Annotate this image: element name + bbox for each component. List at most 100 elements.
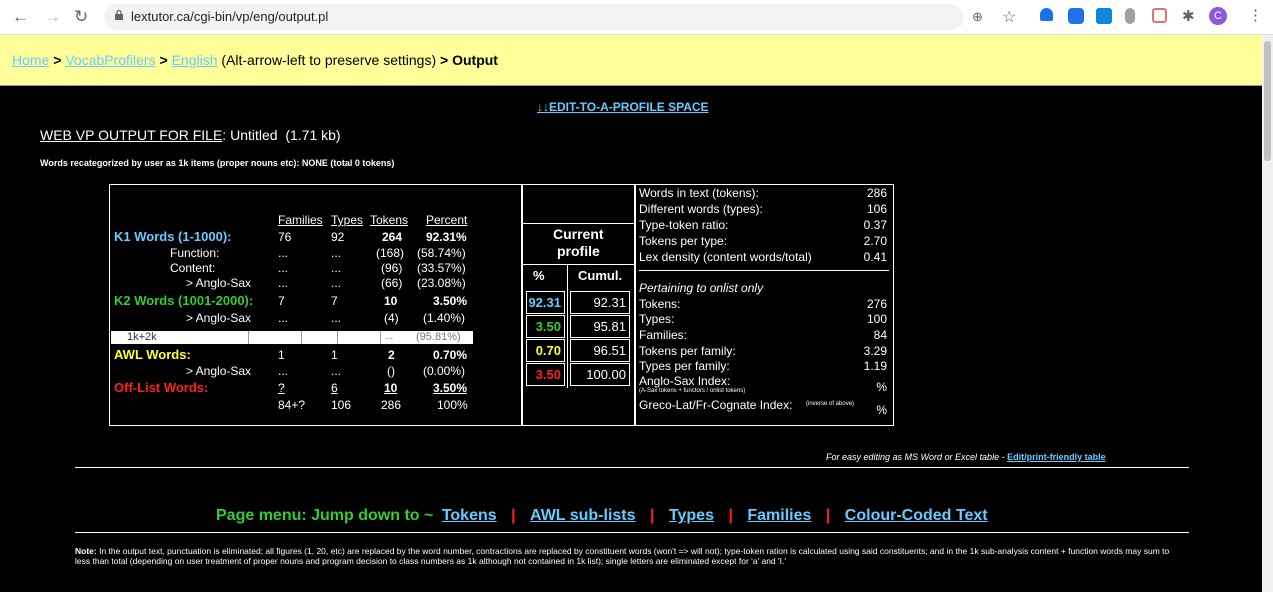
anglosax-families: ... <box>278 311 289 325</box>
breadcrumb-sep: > <box>53 52 62 68</box>
bookmark-star-icon[interactable]: ☆ <box>1002 7 1018 26</box>
anglosax-label: > Anglo-Sax <box>186 276 252 290</box>
k2-types: 7 <box>331 294 338 308</box>
anglosax-percent: (23.08%) <box>417 276 466 290</box>
k1-tokens: 264 <box>382 230 403 244</box>
offlist-families: ? <box>278 381 285 395</box>
profile-pct-value: 0.70 <box>535 343 561 358</box>
address-bar[interactable]: lextutor.ca/cgi-bin/vp/eng/output.pl <box>104 4 964 30</box>
jump-awl-link[interactable]: AWL sub-lists <box>530 507 636 524</box>
k1-label: K1 Words (1-1000): <box>114 229 232 244</box>
k2-families: 7 <box>278 294 285 308</box>
breadcrumb-english-link[interactable]: English <box>172 52 218 68</box>
breadcrumb-hint: (Alt-arrow-left to preserve settings) <box>221 52 437 68</box>
profile-cumul-value: 92.31 <box>593 295 626 310</box>
function-families: ... <box>278 246 289 260</box>
greco-index-label: Greco-Lat/Fr-Cognate Index: <box>639 398 793 412</box>
zoom-icon[interactable]: ⊕ <box>972 9 988 25</box>
onlist-heading: Pertaining to onlist only <box>639 281 764 295</box>
edit-profile-space-link[interactable]: ↓↓EDIT-TO-A-PROFILE SPACE <box>537 100 709 114</box>
awl-percent: 0.70% <box>433 348 468 362</box>
anglosax-tokens: () <box>387 364 395 378</box>
stat-tpt-value: 2.70 <box>863 234 887 248</box>
edit-print-text: For easy editing as MS Word or Excel tab… <box>826 452 1005 462</box>
col-header-tokens: Tokens <box>370 213 409 227</box>
profile-pct-cell: 0.70 <box>526 339 565 362</box>
anglosax-tokens: (66) <box>381 276 403 290</box>
menu-separator: | <box>649 507 655 524</box>
anglosax-label: > Anglo-Sax <box>186 311 252 325</box>
breadcrumb-vocabprofilers-link[interactable]: VocabProfilers <box>65 52 155 68</box>
function-percent: (58.74%) <box>417 246 466 260</box>
puzzle-icon[interactable]: ✱ <box>1182 7 1198 25</box>
page-scrollbar[interactable] <box>1262 35 1273 592</box>
browser-toolbar: ← → ↻ lextutor.ca/cgi-bin/vp/eng/output.… <box>0 0 1273 35</box>
content-families: ... <box>278 261 289 275</box>
total-types: 106 <box>331 398 352 412</box>
k2-percent: 3.50% <box>433 294 468 308</box>
jump-families-link[interactable]: Families <box>747 507 811 524</box>
profile-pct-cell: 3.50 <box>526 363 565 386</box>
profile-cumul-cell: 95.81 <box>570 315 630 338</box>
extension-shield-icon[interactable] <box>1125 8 1135 24</box>
profile-cumul-value: 96.51 <box>593 343 626 358</box>
stat-ttr-label: Type-token ratio: <box>639 218 729 232</box>
menu-separator: | <box>511 507 516 524</box>
breadcrumb: Home > VocabProfilers > English (Alt-arr… <box>12 52 498 68</box>
statistics-table: Words in text (tokens): 286 Different wo… <box>635 184 894 426</box>
anglosax-tokens: (4) <box>384 311 399 325</box>
lock-icon <box>115 10 123 20</box>
jump-colour-coded-link[interactable]: Colour-Coded Text <box>845 507 988 524</box>
onlist-tokens-value: 276 <box>866 297 887 311</box>
breadcrumb-home-link[interactable]: Home <box>12 52 49 68</box>
k1k2-tokens: ... <box>385 331 394 342</box>
total-families: 84+? <box>278 398 306 412</box>
stat-tpt-label: Tokens per type: <box>639 234 728 248</box>
k2-label: K2 Words (1001-2000): <box>114 293 254 308</box>
menu-dots-icon[interactable]: ⋮ <box>1248 6 1264 24</box>
anglosax-percent: (0.00%) <box>423 364 466 378</box>
content-percent: (33.57%) <box>417 261 466 275</box>
scrollbar-thumb[interactable] <box>1264 41 1271 161</box>
stat-ttr-value: 0.37 <box>863 218 887 232</box>
anglosax-index-value: % <box>876 380 887 394</box>
onlist-tokens-label: Tokens: <box>639 297 681 311</box>
profile-pct-value: 3.50 <box>535 367 561 382</box>
menu-separator: | <box>728 507 733 524</box>
jump-types-link[interactable]: Types <box>669 507 714 524</box>
onlist-families-value: 84 <box>873 328 887 342</box>
k1-percent: 92.31% <box>426 230 467 244</box>
greco-index-value: % <box>876 403 887 417</box>
anglosax-types: ... <box>331 364 342 378</box>
profile-pct-value: 92.31 <box>528 295 561 310</box>
function-tokens: (168) <box>376 246 405 260</box>
forward-arrow-icon[interactable]: → <box>44 7 61 27</box>
url-text: lextutor.ca/cgi-bin/vp/eng/output.pl <box>131 9 329 24</box>
edit-print-link[interactable]: Edit/print-friendly table <box>1007 452 1106 462</box>
onlist-types-label: Types: <box>639 312 675 326</box>
extension-cap-icon[interactable] <box>1040 8 1053 21</box>
divider <box>75 532 1189 533</box>
reload-icon[interactable]: ↻ <box>74 7 88 27</box>
profile-avatar[interactable]: C <box>1209 7 1227 25</box>
onlist-tpf-label: Tokens per family: <box>639 344 736 358</box>
onlist-families-label: Families: <box>639 328 688 342</box>
onlist-typf-label: Types per family: <box>639 359 730 373</box>
divider <box>75 467 1189 468</box>
extension-s-icon[interactable] <box>1068 8 1084 24</box>
offlist-tokens: 10 <box>384 381 398 395</box>
anglosax-percent: (1.40%) <box>423 311 466 325</box>
k1k2-row: 1k+2k ... (95.81%) <box>111 331 473 344</box>
offlist-types: 6 <box>331 381 338 395</box>
onlist-types-value: 100 <box>866 312 887 326</box>
profile-cumul-cell: 100.00 <box>570 363 630 386</box>
back-arrow-icon[interactable]: ← <box>12 7 29 27</box>
col-header-families: Families <box>278 213 323 227</box>
jump-tokens-link[interactable]: Tokens <box>442 507 497 524</box>
extension-window-icon[interactable] <box>1096 8 1112 24</box>
function-label: Function: <box>170 246 220 260</box>
extension-pocket-icon[interactable] <box>1152 8 1167 23</box>
awl-families: 1 <box>278 348 285 362</box>
stat-lex-value: 0.41 <box>863 250 887 264</box>
offlist-percent: 3.50% <box>433 381 468 395</box>
